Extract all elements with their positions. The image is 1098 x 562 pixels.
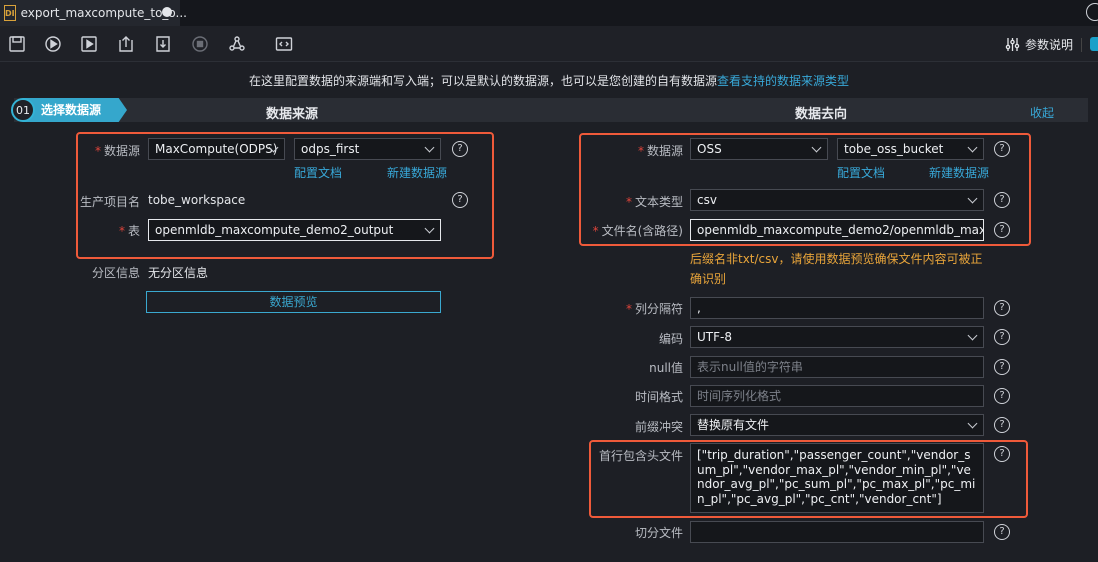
tab-bar: DI export_maxcompute_to_o... bbox=[0, 0, 1098, 26]
split-file-label: 切分文件 bbox=[634, 526, 683, 540]
null-value-label: null值 bbox=[649, 361, 683, 375]
time-format-label: 时间格式 bbox=[634, 390, 683, 404]
run-icon[interactable] bbox=[44, 35, 62, 53]
split-file-input[interactable] bbox=[690, 521, 984, 543]
param-description-button[interactable]: 参数说明 bbox=[1005, 36, 1073, 53]
publish-icon[interactable] bbox=[154, 35, 172, 53]
tab-export-maxcompute[interactable]: DI export_maxcompute_to_o... bbox=[0, 0, 187, 26]
sliders-icon bbox=[1005, 38, 1020, 51]
panel-toggle-icon[interactable] bbox=[1090, 37, 1098, 51]
target-section-title: 数据去向 bbox=[795, 107, 848, 122]
help-icon[interactable]: ? bbox=[994, 329, 1010, 345]
submit-icon[interactable] bbox=[117, 35, 135, 53]
help-circle-icon[interactable] bbox=[1086, 3, 1098, 21]
partition-label: 分区信息 bbox=[91, 266, 140, 280]
highlight-box-source bbox=[76, 132, 494, 259]
stop-icon[interactable] bbox=[191, 35, 209, 53]
help-icon[interactable]: ? bbox=[994, 388, 1010, 404]
data-preview-button[interactable]: 数据预览 bbox=[146, 291, 441, 313]
source-section-title: 数据来源 bbox=[266, 107, 319, 122]
help-icon[interactable]: ? bbox=[994, 417, 1010, 433]
delimiter-input[interactable]: , bbox=[690, 297, 984, 319]
null-value-input[interactable]: 表示null值的字符串 bbox=[690, 356, 984, 378]
info-text: 在这里配置数据的来源端和写入端；可以是默认的数据源，也可以是您创建的自有数据源 bbox=[248, 74, 717, 88]
encoding-select[interactable]: UTF-8 bbox=[690, 326, 984, 348]
unsaved-dot-icon[interactable] bbox=[162, 7, 172, 17]
run-with-params-icon[interactable] bbox=[80, 35, 98, 53]
prefix-conflict-select[interactable]: 替换原有文件 bbox=[690, 414, 984, 436]
step-label: 选择数据源 bbox=[23, 98, 127, 122]
encoding-label: 编码 bbox=[658, 332, 683, 346]
toolbar-divider bbox=[1081, 38, 1082, 52]
help-icon[interactable]: ? bbox=[994, 300, 1010, 316]
supported-datasource-link[interactable]: 查看支持的数据来源类型 bbox=[717, 74, 849, 88]
data-integration-logo-icon: DI bbox=[4, 5, 16, 21]
help-icon[interactable]: ? bbox=[994, 524, 1010, 540]
lineage-icon[interactable] bbox=[228, 35, 246, 53]
time-format-input[interactable]: 时间序列化格式 bbox=[690, 385, 984, 407]
section-header bbox=[14, 98, 1088, 122]
step-indicator: 01 选择数据源 bbox=[11, 98, 127, 122]
help-icon[interactable]: ? bbox=[994, 359, 1010, 375]
file-suffix-warning: 后缀名非txt/csv，请使用数据预览确保文件内容可被正确识别 bbox=[690, 252, 983, 286]
highlight-box-header bbox=[589, 440, 1028, 518]
param-description-label: 参数说明 bbox=[1025, 38, 1074, 52]
partition-value: 无分区信息 bbox=[148, 266, 209, 280]
step-number: 01 bbox=[11, 98, 35, 122]
toolbar: 参数说明 bbox=[0, 26, 1098, 62]
info-line: 在这里配置数据的来源端和写入端；可以是默认的数据源，也可以是您创建的自有数据源查… bbox=[0, 72, 1098, 89]
save-icon[interactable] bbox=[8, 35, 26, 53]
code-icon[interactable] bbox=[275, 35, 293, 53]
highlight-box-target bbox=[579, 133, 1031, 246]
collapse-link[interactable]: 收起 bbox=[1030, 104, 1054, 121]
delimiter-label: * 列分隔符 bbox=[625, 302, 683, 316]
prefix-conflict-label: 前缀冲突 bbox=[634, 420, 683, 434]
